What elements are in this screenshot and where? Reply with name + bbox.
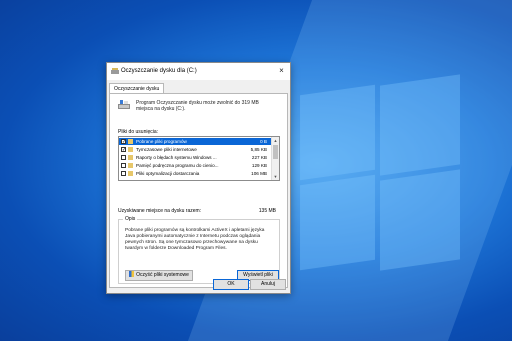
file-name: Pobrane pliki programów (136, 139, 187, 144)
file-name: Pliki optymalizacji dostarczania (136, 171, 200, 176)
cleanup-system-files-button[interactable]: Oczyść pliki systemowe (125, 270, 193, 281)
file-checkbox[interactable] (121, 163, 126, 168)
disk-cleanup-dialog: Oczyszczanie dysku dla (C:) × Oczyszczan… (106, 62, 291, 294)
tab-panel: Program Oczyszczanie dysku może zwolnić … (109, 93, 288, 288)
window-title: Oczyszczanie dysku dla (C:) (121, 68, 197, 74)
file-size: 227 KB (251, 155, 267, 160)
file-checkbox[interactable]: ✓ (121, 139, 126, 145)
scroll-down-icon[interactable]: ▼ (272, 173, 279, 180)
shield-icon (129, 271, 135, 277)
windows-logo-wallpaper (300, 70, 460, 280)
tab-strip: Oczyszczanie dysku (109, 83, 288, 94)
file-row[interactable]: ✓ Pobrane pliki programów 0 B (119, 138, 271, 145)
ok-button[interactable]: OK (213, 279, 249, 290)
drive-cleanup-icon (111, 68, 119, 74)
folder-icon (128, 139, 133, 144)
cleanup-description: Program Oczyszczanie dysku może zwolnić … (136, 100, 259, 112)
file-checkbox[interactable] (121, 171, 126, 176)
file-name: Raporty o błędach systemu Windows ... (136, 155, 217, 160)
cleanup-system-files-label: Oczyść pliki systemowe (136, 272, 189, 278)
file-row[interactable]: Pamięć podręczna programu do cienio... 12… (119, 162, 271, 169)
file-checkbox[interactable]: ✓ (121, 147, 126, 153)
close-icon[interactable]: × (276, 66, 287, 76)
file-size: 5,85 KB (250, 147, 267, 152)
lock-icon (128, 147, 133, 152)
scroll-up-icon[interactable]: ▲ (272, 137, 279, 144)
description-group: Opis Pobrane pliki programów są kontrolk… (118, 216, 280, 284)
file-size: 0 B (260, 139, 267, 144)
file-name: Tymczasowe pliki internetowe (136, 147, 197, 152)
file-row[interactable]: ✓ Tymczasowe pliki internetowe 5,85 KB (119, 146, 271, 153)
cancel-button[interactable]: Anuluj (250, 279, 286, 290)
gain-value: 135 MB (258, 208, 276, 214)
list-scrollbar[interactable]: ▲ ▼ (271, 137, 279, 180)
files-label: Pliki do usunięcia: (118, 129, 159, 135)
file-row[interactable]: Pliki optymalizacji dostarczania 106 MB (119, 170, 271, 177)
group-title: Opis (123, 216, 138, 222)
folder-icon (128, 163, 133, 168)
scroll-thumb[interactable] (273, 145, 278, 159)
group-text: Pobrane pliki programów są kontrolkami A… (125, 228, 265, 251)
folder-icon (128, 171, 133, 176)
file-row[interactable]: Raporty o błędach systemu Windows ... 227… (119, 154, 271, 161)
gain-label: Uzyskiwane miejsce na dysku razem: (118, 208, 202, 214)
folder-icon (128, 155, 133, 160)
files-list[interactable]: ▲ ▼ ✓ Pobrane pliki programów 0 B ✓ Tymczaso… (118, 136, 280, 181)
drive-icon (118, 100, 130, 109)
file-size: 129 KB (251, 163, 267, 168)
file-name: Pamięć podręczna programu do cienio... (136, 163, 219, 168)
file-checkbox[interactable] (121, 155, 126, 160)
file-size: 106 MB (251, 171, 267, 176)
title-bar[interactable]: Oczyszczanie dysku dla (C:) × (107, 63, 290, 80)
